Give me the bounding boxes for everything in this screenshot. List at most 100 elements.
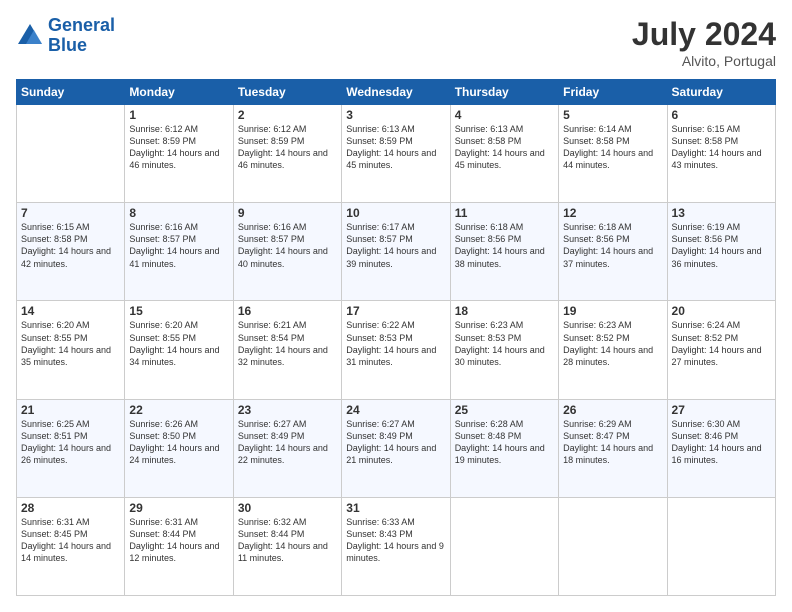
title-block: July 2024 Alvito, Portugal <box>632 16 776 69</box>
cell-info: Sunrise: 6:20 AMSunset: 8:55 PMDaylight:… <box>129 319 228 368</box>
cell-info: Sunrise: 6:14 AMSunset: 8:58 PMDaylight:… <box>563 123 662 172</box>
cell-info: Sunrise: 6:12 AMSunset: 8:59 PMDaylight:… <box>238 123 337 172</box>
cell-info: Sunrise: 6:20 AMSunset: 8:55 PMDaylight:… <box>21 319 120 368</box>
cell-info: Sunrise: 6:18 AMSunset: 8:56 PMDaylight:… <box>563 221 662 270</box>
cell-info: Sunrise: 6:27 AMSunset: 8:49 PMDaylight:… <box>346 418 445 467</box>
calendar-cell: 11Sunrise: 6:18 AMSunset: 8:56 PMDayligh… <box>450 203 558 301</box>
calendar-col-header: Monday <box>125 80 233 105</box>
logo-text: General Blue <box>48 16 115 56</box>
calendar-cell: 27Sunrise: 6:30 AMSunset: 8:46 PMDayligh… <box>667 399 775 497</box>
calendar-week-row: 1Sunrise: 6:12 AMSunset: 8:59 PMDaylight… <box>17 105 776 203</box>
cell-info: Sunrise: 6:15 AMSunset: 8:58 PMDaylight:… <box>672 123 771 172</box>
cell-info: Sunrise: 6:30 AMSunset: 8:46 PMDaylight:… <box>672 418 771 467</box>
day-number: 6 <box>672 108 771 122</box>
month-title: July 2024 <box>632 16 776 53</box>
header: General Blue July 2024 Alvito, Portugal <box>16 16 776 69</box>
calendar-cell: 1Sunrise: 6:12 AMSunset: 8:59 PMDaylight… <box>125 105 233 203</box>
day-number: 7 <box>21 206 120 220</box>
cell-info: Sunrise: 6:19 AMSunset: 8:56 PMDaylight:… <box>672 221 771 270</box>
day-number: 3 <box>346 108 445 122</box>
cell-info: Sunrise: 6:16 AMSunset: 8:57 PMDaylight:… <box>129 221 228 270</box>
calendar-col-header: Sunday <box>17 80 125 105</box>
day-number: 17 <box>346 304 445 318</box>
calendar-cell: 15Sunrise: 6:20 AMSunset: 8:55 PMDayligh… <box>125 301 233 399</box>
calendar-week-row: 28Sunrise: 6:31 AMSunset: 8:45 PMDayligh… <box>17 497 776 595</box>
logo: General Blue <box>16 16 115 56</box>
calendar-week-row: 7Sunrise: 6:15 AMSunset: 8:58 PMDaylight… <box>17 203 776 301</box>
location: Alvito, Portugal <box>632 53 776 69</box>
calendar-cell: 14Sunrise: 6:20 AMSunset: 8:55 PMDayligh… <box>17 301 125 399</box>
calendar-cell: 6Sunrise: 6:15 AMSunset: 8:58 PMDaylight… <box>667 105 775 203</box>
cell-info: Sunrise: 6:13 AMSunset: 8:59 PMDaylight:… <box>346 123 445 172</box>
calendar-col-header: Wednesday <box>342 80 450 105</box>
day-number: 24 <box>346 403 445 417</box>
calendar-table: SundayMondayTuesdayWednesdayThursdayFrid… <box>16 79 776 596</box>
cell-info: Sunrise: 6:31 AMSunset: 8:44 PMDaylight:… <box>129 516 228 565</box>
calendar-cell: 22Sunrise: 6:26 AMSunset: 8:50 PMDayligh… <box>125 399 233 497</box>
cell-info: Sunrise: 6:25 AMSunset: 8:51 PMDaylight:… <box>21 418 120 467</box>
day-number: 28 <box>21 501 120 515</box>
day-number: 26 <box>563 403 662 417</box>
cell-info: Sunrise: 6:29 AMSunset: 8:47 PMDaylight:… <box>563 418 662 467</box>
cell-info: Sunrise: 6:16 AMSunset: 8:57 PMDaylight:… <box>238 221 337 270</box>
calendar-cell: 7Sunrise: 6:15 AMSunset: 8:58 PMDaylight… <box>17 203 125 301</box>
calendar-cell: 18Sunrise: 6:23 AMSunset: 8:53 PMDayligh… <box>450 301 558 399</box>
calendar-cell: 21Sunrise: 6:25 AMSunset: 8:51 PMDayligh… <box>17 399 125 497</box>
day-number: 31 <box>346 501 445 515</box>
cell-info: Sunrise: 6:22 AMSunset: 8:53 PMDaylight:… <box>346 319 445 368</box>
calendar-cell: 12Sunrise: 6:18 AMSunset: 8:56 PMDayligh… <box>559 203 667 301</box>
day-number: 14 <box>21 304 120 318</box>
calendar-cell <box>17 105 125 203</box>
day-number: 16 <box>238 304 337 318</box>
calendar-cell: 17Sunrise: 6:22 AMSunset: 8:53 PMDayligh… <box>342 301 450 399</box>
calendar-cell: 16Sunrise: 6:21 AMSunset: 8:54 PMDayligh… <box>233 301 341 399</box>
day-number: 13 <box>672 206 771 220</box>
calendar-cell: 5Sunrise: 6:14 AMSunset: 8:58 PMDaylight… <box>559 105 667 203</box>
day-number: 22 <box>129 403 228 417</box>
cell-info: Sunrise: 6:24 AMSunset: 8:52 PMDaylight:… <box>672 319 771 368</box>
calendar-cell: 31Sunrise: 6:33 AMSunset: 8:43 PMDayligh… <box>342 497 450 595</box>
cell-info: Sunrise: 6:18 AMSunset: 8:56 PMDaylight:… <box>455 221 554 270</box>
day-number: 18 <box>455 304 554 318</box>
cell-info: Sunrise: 6:21 AMSunset: 8:54 PMDaylight:… <box>238 319 337 368</box>
calendar-header-row: SundayMondayTuesdayWednesdayThursdayFrid… <box>17 80 776 105</box>
day-number: 11 <box>455 206 554 220</box>
day-number: 19 <box>563 304 662 318</box>
calendar-cell: 19Sunrise: 6:23 AMSunset: 8:52 PMDayligh… <box>559 301 667 399</box>
page: General Blue July 2024 Alvito, Portugal … <box>0 0 792 612</box>
day-number: 4 <box>455 108 554 122</box>
calendar-cell: 25Sunrise: 6:28 AMSunset: 8:48 PMDayligh… <box>450 399 558 497</box>
cell-info: Sunrise: 6:33 AMSunset: 8:43 PMDaylight:… <box>346 516 445 565</box>
cell-info: Sunrise: 6:27 AMSunset: 8:49 PMDaylight:… <box>238 418 337 467</box>
cell-info: Sunrise: 6:23 AMSunset: 8:53 PMDaylight:… <box>455 319 554 368</box>
calendar-cell: 29Sunrise: 6:31 AMSunset: 8:44 PMDayligh… <box>125 497 233 595</box>
day-number: 10 <box>346 206 445 220</box>
calendar-cell: 28Sunrise: 6:31 AMSunset: 8:45 PMDayligh… <box>17 497 125 595</box>
calendar-cell: 23Sunrise: 6:27 AMSunset: 8:49 PMDayligh… <box>233 399 341 497</box>
calendar-cell: 4Sunrise: 6:13 AMSunset: 8:58 PMDaylight… <box>450 105 558 203</box>
calendar-col-header: Friday <box>559 80 667 105</box>
cell-info: Sunrise: 6:28 AMSunset: 8:48 PMDaylight:… <box>455 418 554 467</box>
cell-info: Sunrise: 6:13 AMSunset: 8:58 PMDaylight:… <box>455 123 554 172</box>
cell-info: Sunrise: 6:31 AMSunset: 8:45 PMDaylight:… <box>21 516 120 565</box>
calendar-col-header: Thursday <box>450 80 558 105</box>
day-number: 27 <box>672 403 771 417</box>
day-number: 15 <box>129 304 228 318</box>
day-number: 12 <box>563 206 662 220</box>
calendar-cell <box>667 497 775 595</box>
day-number: 2 <box>238 108 337 122</box>
calendar-cell: 30Sunrise: 6:32 AMSunset: 8:44 PMDayligh… <box>233 497 341 595</box>
calendar-cell: 24Sunrise: 6:27 AMSunset: 8:49 PMDayligh… <box>342 399 450 497</box>
logo-icon <box>16 22 44 50</box>
calendar-cell: 13Sunrise: 6:19 AMSunset: 8:56 PMDayligh… <box>667 203 775 301</box>
cell-info: Sunrise: 6:32 AMSunset: 8:44 PMDaylight:… <box>238 516 337 565</box>
day-number: 23 <box>238 403 337 417</box>
day-number: 30 <box>238 501 337 515</box>
cell-info: Sunrise: 6:23 AMSunset: 8:52 PMDaylight:… <box>563 319 662 368</box>
calendar-cell: 3Sunrise: 6:13 AMSunset: 8:59 PMDaylight… <box>342 105 450 203</box>
calendar-cell: 10Sunrise: 6:17 AMSunset: 8:57 PMDayligh… <box>342 203 450 301</box>
calendar-week-row: 21Sunrise: 6:25 AMSunset: 8:51 PMDayligh… <box>17 399 776 497</box>
day-number: 29 <box>129 501 228 515</box>
calendar-cell: 2Sunrise: 6:12 AMSunset: 8:59 PMDaylight… <box>233 105 341 203</box>
day-number: 9 <box>238 206 337 220</box>
